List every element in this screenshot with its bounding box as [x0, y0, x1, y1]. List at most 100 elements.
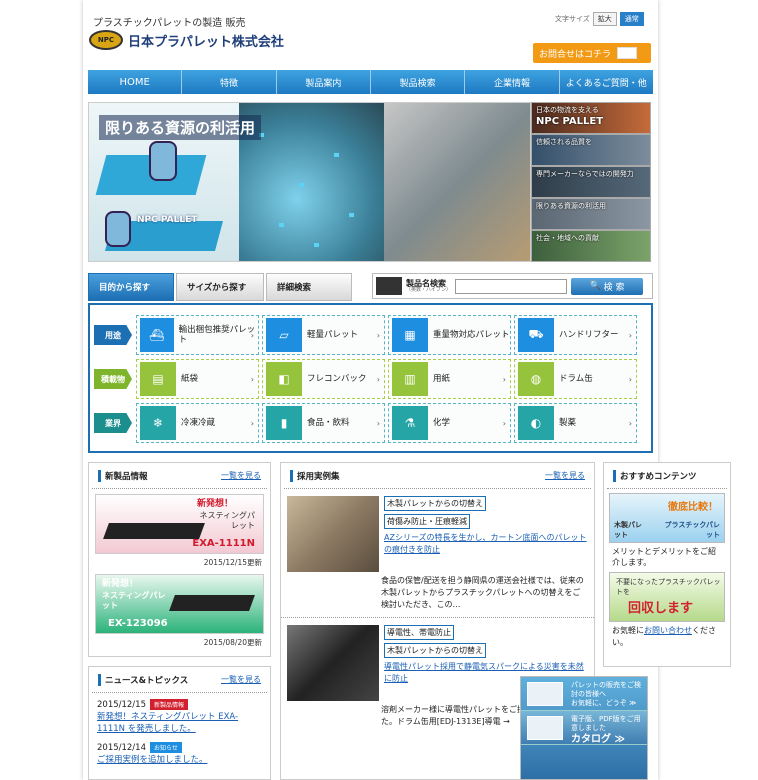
tab-by-size[interactable]: サイズから探す	[176, 273, 264, 301]
product-search-label: 製品名検索 （英数・ハイフン）	[406, 278, 452, 293]
news-more-link[interactable]: 一覧を見る	[221, 674, 261, 685]
site-wrapper: プラスチックパレットの製造 販売 NPC 日本プラパレット株式会社 文字サイズ …	[83, 0, 731, 780]
case-text: 食品の保管/配送を担う静岡県の運送会社様では、従来の木製パレットからプラスチック…	[381, 576, 584, 609]
product-search-input[interactable]	[455, 278, 568, 294]
search-item[interactable]: ❄ 冷凍冷蔵 ›	[136, 403, 259, 443]
news-panel: ニュース&トピックス 一覧を見る 2015/12/15 新製品情報 新発想！ネステ…	[88, 666, 271, 780]
recommended-text: お気軽にお問い合わせください。	[612, 626, 716, 647]
new-products-more-link[interactable]: 一覧を見る	[221, 470, 261, 481]
collection-banner[interactable]: 不要になったプラスチックパレットを 回収します	[609, 572, 725, 623]
envelope-icon	[527, 682, 563, 706]
new-product-banner[interactable]: 新発想！ ネスティングパレット EXA-1111N	[95, 494, 264, 554]
flexible-container-icon: ◧	[266, 362, 302, 396]
search-item[interactable]: ◐ 製薬 ›	[514, 403, 637, 443]
recommended-panel: おすすめコンテンツ 徹底比較！ 木製パレット プラスチックパレット メリットとデ…	[603, 462, 731, 667]
case-photo[interactable]	[287, 625, 379, 701]
slide-thumb[interactable]: 専門メーカーならではの開発力	[531, 166, 651, 198]
new-products-panel: 新製品情報 一覧を見る 新発想！ ネスティングパレット EXA-1111N 20…	[88, 462, 271, 657]
slide-thumb[interactable]: 信頼される品質を	[531, 134, 651, 166]
nav-products[interactable]: 製品案内	[277, 70, 371, 94]
nav-features[interactable]: 特徴	[182, 70, 277, 94]
category-badge: 新製品情報	[150, 699, 189, 710]
search-item[interactable]: ▦ 重量物対応パレット ›	[388, 315, 511, 355]
hand-lifter-icon: ⛟	[518, 318, 554, 352]
font-size-large-button[interactable]: 拡大	[592, 12, 617, 26]
font-size-normal-button[interactable]: 通常	[619, 12, 644, 26]
case-photo[interactable]	[287, 496, 379, 572]
new-product-banner[interactable]: 新発想！ ネスティングパレット EX-123096	[95, 574, 264, 634]
flask-icon: ⚗	[392, 406, 428, 440]
hero-photo-machine	[384, 103, 530, 261]
panel-header: ニュース&トピックス 一覧を見る	[92, 667, 267, 693]
category-row-load: 積載物 ▤ 紙袋 › ◧ フレコンバック › ▥ 用紙 › ◍ ドラム缶 ›	[94, 357, 647, 401]
side-banners: パレットの販売をご検討の皆様へ お気軽に、どうぞ ≫ 電子版、PDF版をご用意し…	[520, 676, 648, 780]
company-name: 日本プラパレット株式会社	[128, 34, 284, 50]
slide-thumb[interactable]: 社会・地域への貢献	[531, 230, 651, 262]
pallet-icon	[376, 277, 402, 295]
category-badge: お知らせ	[150, 741, 182, 753]
news-link[interactable]: 新発想！ネスティングパレット EXA-1111N を発売しました。	[97, 712, 262, 736]
font-size-switcher: 文字サイズ 拡大 通常	[555, 12, 644, 26]
search-button[interactable]: 🔍 検 索	[571, 277, 644, 295]
case-link[interactable]: AZシリーズの特長を生かし、カートン底面へのパレットの痕付きを防止	[384, 532, 590, 554]
drum-icon: ◍	[518, 362, 554, 396]
new-product-date: 2015/08/20更新	[203, 638, 262, 647]
hero-slide-list: 日本の物流を支える NPC PALLET 信頼される品質を 専門メーカーならでは…	[531, 102, 651, 262]
inquiry-link[interactable]: お問い合わせ	[644, 626, 692, 635]
cases-more-link[interactable]: 一覧を見る	[545, 470, 585, 481]
comparison-banner[interactable]: 徹底比較！ 木製パレット プラスチックパレット	[609, 493, 725, 543]
tab-by-purpose[interactable]: 目的から探す	[88, 273, 174, 301]
catalog-icon	[527, 716, 563, 740]
slide-thumb[interactable]: 日本の物流を支える NPC PALLET	[531, 102, 651, 134]
mascot-icon	[105, 211, 131, 247]
panel-header: 採用実例集 一覧を見る	[284, 463, 591, 489]
snowflake-icon: ❄	[140, 406, 176, 440]
new-product-date: 2015/12/15更新	[203, 558, 262, 567]
search-item[interactable]: ▤ 紙袋 ›	[136, 359, 259, 399]
paper-bag-icon: ▤	[140, 362, 176, 396]
search-item[interactable]: ⛴ 輸出梱包推奨パレット ›	[136, 315, 259, 355]
contact-button[interactable]: お問合せはコチラ	[533, 43, 651, 63]
case-tag: 木製パレットからの切替え	[384, 643, 486, 659]
search-item[interactable]: ▥ 用紙 ›	[388, 359, 511, 399]
news-item: 2015/12/14 お知らせ ご採用実例を追加しました。	[97, 741, 262, 767]
paper-stack-icon: ▥	[392, 362, 428, 396]
category-label: 用途	[94, 325, 132, 345]
search-item[interactable]: ▱ 軽量パレット ›	[262, 315, 385, 355]
product-name-search: 製品名検索 （英数・ハイフン） 🔍 検 索	[372, 273, 653, 299]
case-tag: 荷傷み防止・圧痕軽減	[384, 514, 470, 530]
category-row-industry: 業界 ❄ 冷凍冷蔵 › ▮ 食品・飲料 › ⚗ 化学 › ◐ 製薬 ›	[94, 401, 647, 445]
hero-banner[interactable]: NPC PALLET 限りある資源の利活用	[88, 102, 531, 262]
panel-header: 新製品情報 一覧を見る	[92, 463, 267, 489]
search-item[interactable]: ◧ フレコンバック ›	[262, 359, 385, 399]
purpose-search-grid: 用途 ⛴ 輸出梱包推奨パレット › ▱ 軽量パレット › ▦ 重量物対応パレット › ⛟ ハン…	[88, 303, 653, 453]
light-pallet-icon: ▱	[266, 318, 302, 352]
page: プラスチックパレットの製造 販売 NPC 日本プラパレット株式会社 文字サイズ …	[0, 0, 758, 780]
search-item[interactable]: ⛟ ハンドリフター ›	[514, 315, 637, 355]
search-item[interactable]: ▮ 食品・飲料 ›	[262, 403, 385, 443]
global-nav: HOME 特徴 製品案内 製品検索 企業情報 よくあるご質問・他	[88, 70, 653, 94]
slide-thumb[interactable]: 限りある資源の利活用	[531, 198, 651, 230]
nav-product-search[interactable]: 製品検索	[371, 70, 466, 94]
case-tag: 木製パレットからの切替え	[384, 496, 486, 512]
search-item[interactable]: ⚗ 化学 ›	[388, 403, 511, 443]
heavy-load-icon: ▦	[392, 318, 428, 352]
panel-header: おすすめコンテンツ	[607, 463, 727, 489]
sales-banner[interactable]: パレットの販売をご検討の皆様へ お気軽に、どうぞ ≫	[521, 677, 647, 711]
nav-home[interactable]: HOME	[88, 70, 183, 94]
search-icon: 🔍	[589, 281, 604, 291]
nav-company[interactable]: 企業情報	[465, 70, 560, 94]
nav-faq[interactable]: よくあるご質問・他	[560, 70, 653, 94]
catalog-banner[interactable]: 電子版、PDF版をご用意しました カタログ ≫	[521, 711, 647, 745]
logo[interactable]: NPC 日本プラパレット株式会社	[89, 30, 284, 50]
case-item: 木製パレットからの切替え 荷傷み防止・圧痕軽減 AZシリーズの特長を生かし、カー…	[281, 496, 594, 611]
tagline: プラスチックパレットの製造 販売	[93, 18, 246, 29]
news-link[interactable]: ご採用実例を追加しました。	[97, 755, 262, 767]
pill-icon: ◐	[518, 406, 554, 440]
ship-icon: ⛴	[140, 318, 174, 352]
search-item[interactable]: ◍ ドラム缶 ›	[514, 359, 637, 399]
bottle-icon: ▮	[266, 406, 302, 440]
envelope-icon	[617, 47, 638, 59]
tab-advanced-search[interactable]: 詳細検索	[266, 273, 352, 301]
contact-label: お問合せはコチラ	[539, 49, 612, 60]
